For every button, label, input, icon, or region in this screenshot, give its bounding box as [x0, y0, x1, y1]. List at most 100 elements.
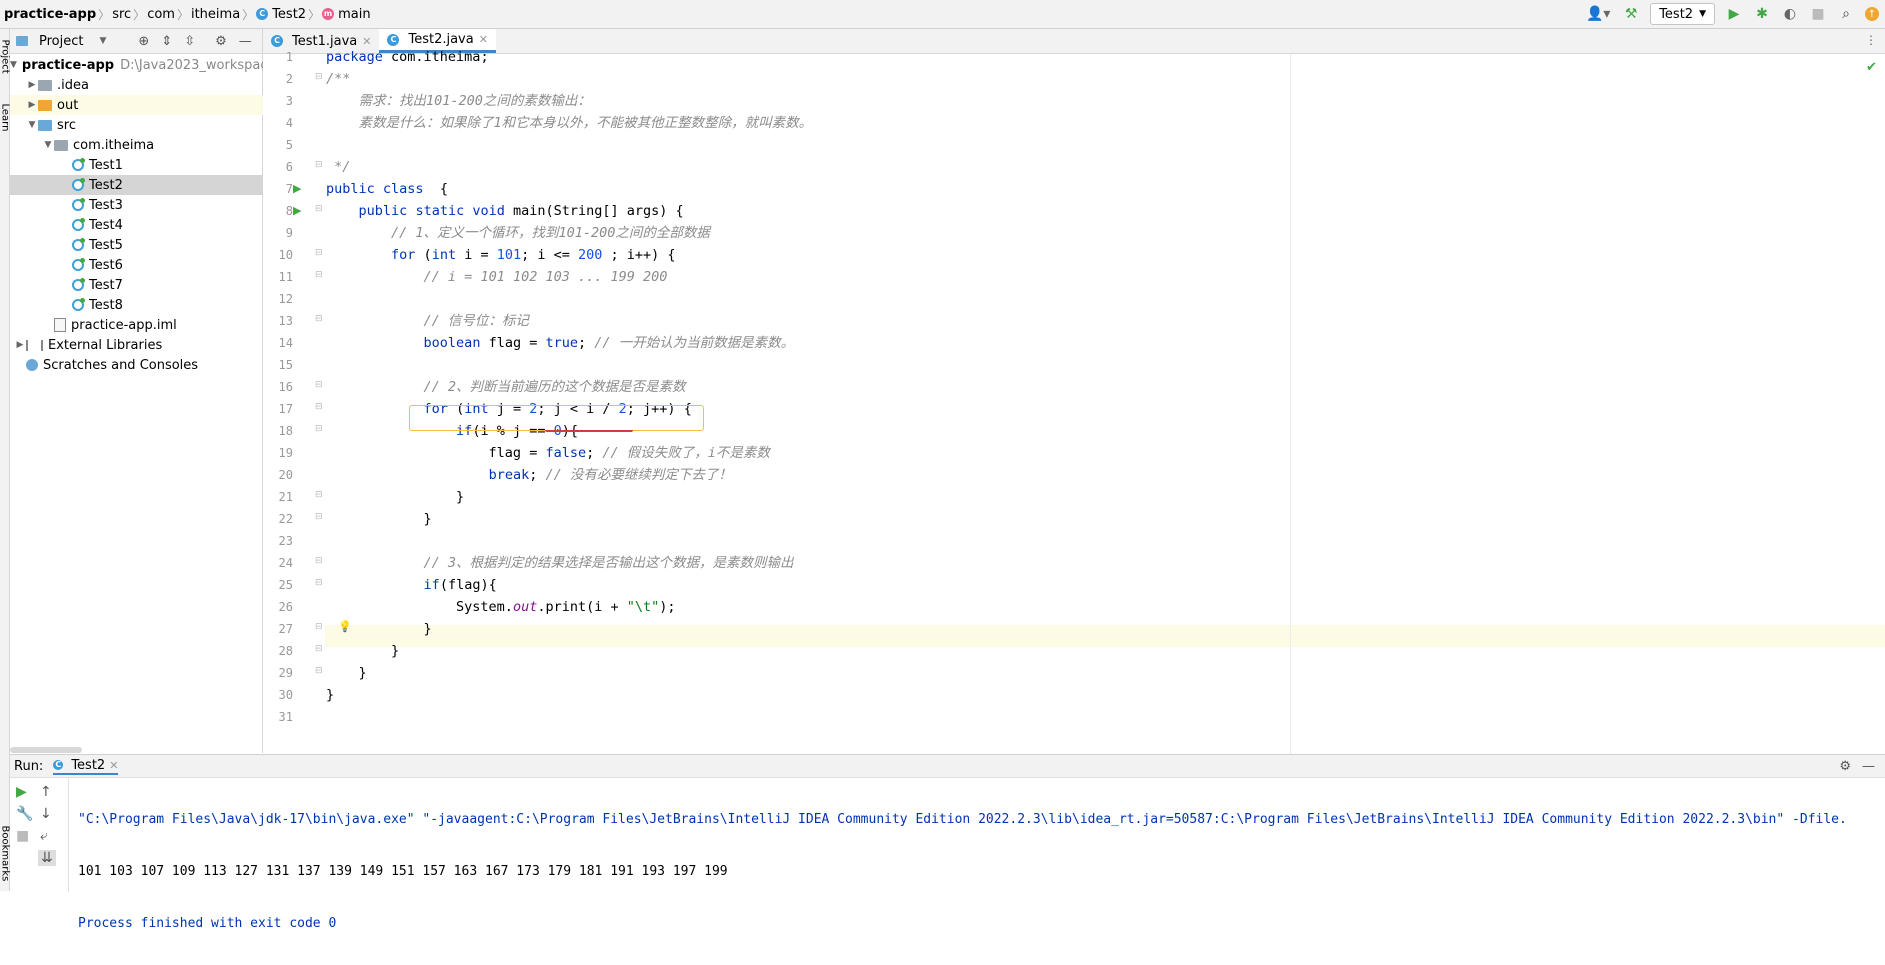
code-line[interactable]: break; // 没有必要继续判定下去了！	[326, 464, 732, 486]
project-tool-button[interactable]: Project	[0, 40, 11, 78]
fold-marker-icon[interactable]: ⊟	[315, 380, 323, 390]
chevron-right-icon: ▶	[16, 340, 24, 350]
gear-icon[interactable]: ⚙	[215, 34, 227, 49]
breadcrumb: practice-app 〉 src 〉 com 〉 itheima 〉 C T…	[0, 0, 375, 28]
code-line[interactable]: if(flag){	[326, 574, 497, 596]
gear-icon[interactable]: ⚙	[1839, 759, 1851, 774]
code-line[interactable]: // 信号位：标记	[326, 310, 529, 332]
hammer-icon[interactable]: ⚒	[1622, 5, 1640, 23]
tree-item-iml[interactable]: practice-app.iml	[10, 315, 306, 335]
more-tabs-icon[interactable]: ⋮	[1865, 33, 1877, 47]
line-number: 11	[278, 270, 293, 284]
run-configuration-select[interactable]: Test2 ▼	[1650, 3, 1715, 25]
fold-marker-icon[interactable]: ⊟	[315, 248, 323, 258]
breadcrumb-com[interactable]: com	[147, 7, 175, 22]
stop-icon[interactable]: ■	[16, 828, 29, 844]
scroll-to-end-icon[interactable]: ⇊	[38, 850, 56, 866]
code-line[interactable]: // 2、判断当前遍历的这个数据是否是素数	[326, 376, 686, 398]
code-editor[interactable]: package com.itheima;/** 需求：找出101-200之间的素…	[326, 49, 1885, 754]
code-line[interactable]: 需求：找出101-200之间的素数输出：	[326, 90, 591, 112]
expand-all-icon[interactable]: ⇕	[161, 34, 172, 49]
code-line[interactable]: System.out.print(i + "\t");	[326, 596, 675, 618]
code-line[interactable]: // 3、根据判定的结果选择是否输出这个数据，是素数则输出	[326, 552, 794, 574]
tab-run-test2[interactable]: C Test2 ✕	[53, 758, 119, 775]
breadcrumb-method[interactable]: main	[338, 7, 370, 22]
line-number: 18	[278, 424, 293, 438]
breadcrumb-itheima[interactable]: itheima	[191, 7, 240, 22]
code-line[interactable]: }	[326, 684, 334, 706]
close-icon[interactable]: ✕	[109, 759, 118, 772]
console-output[interactable]: "C:\Program Files\Java\jdk-17\bin\java.e…	[78, 779, 1847, 965]
code-line[interactable]: package com.itheima;	[326, 46, 489, 68]
fold-marker-icon[interactable]: ⊟	[315, 666, 323, 676]
tree-item-label: Test1	[89, 157, 123, 173]
project-panel-title[interactable]: Project	[39, 34, 83, 49]
fold-marker-icon[interactable]: ⊟	[315, 622, 323, 632]
code-line[interactable]: // i = 101 102 103 ... 199 200	[326, 266, 668, 288]
fold-marker-icon[interactable]: ⊟	[315, 644, 323, 654]
tree-item-external-libraries[interactable]: ▶ External Libraries	[10, 335, 266, 355]
learn-tool-button[interactable]: Learn	[0, 104, 11, 134]
chevron-down-icon[interactable]: ▼	[99, 36, 106, 46]
locate-icon[interactable]: ⊕	[138, 34, 149, 49]
fold-marker-icon[interactable]: ⊟	[315, 578, 323, 588]
tree-item-idea[interactable]: ▶ .idea	[10, 75, 278, 95]
code-line[interactable]: }	[326, 486, 464, 508]
hide-icon[interactable]: —	[1862, 759, 1875, 774]
code-line[interactable]: // 1、定义一个循环，找到101-200之间的全部数据	[326, 222, 710, 244]
fold-marker-icon[interactable]: ⊟	[315, 512, 323, 522]
tree-item-src[interactable]: ▼ src	[10, 115, 278, 135]
code-line[interactable]: }	[326, 508, 432, 530]
fold-marker-icon[interactable]: ⊟	[315, 270, 323, 280]
tree-item-root[interactable]: ▼ practice-app D:\Java2023_workspace	[10, 55, 276, 75]
stop-icon[interactable]: ■	[1809, 5, 1827, 23]
code-line[interactable]: 素数是什么：如果除了1和它本身以外，不能被其他正整数整除，就叫素数。	[326, 112, 813, 134]
fold-marker-icon[interactable]: ⊟	[315, 402, 323, 412]
code-line[interactable]: public static void main(String[] args) {	[326, 200, 684, 222]
coverage-icon[interactable]: ◐	[1781, 5, 1799, 23]
code-line[interactable]: */	[326, 156, 350, 178]
fold-marker-icon[interactable]: ⊟	[315, 204, 323, 214]
run-panel-header: Run: C Test2 ✕ ⚙ —	[10, 755, 1885, 778]
breadcrumb-class[interactable]: Test2	[272, 7, 306, 22]
close-icon[interactable]: ✕	[479, 33, 488, 46]
collapse-all-icon[interactable]: ⇳	[184, 34, 195, 49]
fold-marker-icon[interactable]: ⊟	[315, 424, 323, 434]
code-line[interactable]: for (int i = 101; i <= 200 ; i++) {	[326, 244, 676, 266]
up-arrow-icon[interactable]: ↑	[40, 784, 52, 800]
wrench-icon[interactable]: 🔧	[16, 806, 33, 822]
fold-marker-icon[interactable]: ⊟	[315, 160, 323, 170]
console-line: 101 103 107 109 113 127 131 137 139 149 …	[78, 864, 728, 879]
fold-marker-icon[interactable]: ⊟	[315, 72, 323, 82]
code-line[interactable]: }	[326, 640, 399, 662]
fold-marker-icon[interactable]: ⊟	[315, 314, 323, 324]
search-icon[interactable]: ⌕	[1837, 5, 1855, 23]
rerun-icon[interactable]: ▶	[16, 784, 27, 800]
chevron-down-icon: ▼	[10, 60, 17, 70]
breadcrumb-src[interactable]: src	[112, 7, 131, 22]
hide-icon[interactable]: —	[239, 34, 252, 49]
run-gutter-icon[interactable]: ▶	[293, 182, 301, 195]
fold-marker-icon[interactable]: ⊟	[315, 490, 323, 500]
code-line[interactable]: boolean flag = true; // 一开始认为当前数据是素数。	[326, 332, 795, 354]
soft-wrap-icon[interactable]: ⤶	[40, 828, 48, 844]
down-arrow-icon[interactable]: ↓	[40, 806, 52, 822]
horizontal-scrollbar[interactable]	[10, 747, 82, 753]
breadcrumb-project[interactable]: practice-app	[4, 7, 96, 22]
tree-item-label: practice-app	[21, 57, 115, 73]
run-icon[interactable]: ▶	[1725, 5, 1743, 23]
code-line[interactable]: /**	[326, 68, 350, 90]
tree-item-package[interactable]: ▼ com.itheima	[10, 135, 294, 155]
tree-item-scratches[interactable]: Scratches and Consoles	[10, 355, 278, 375]
code-line[interactable]: flag = false; // 假设失败了，i不是素数	[326, 442, 770, 464]
tree-item-out[interactable]: ▶ out	[10, 95, 278, 115]
update-icon[interactable]: ↑	[1865, 7, 1879, 21]
run-gutter-icon[interactable]: ▶	[293, 204, 301, 217]
debug-icon[interactable]: ✱	[1753, 5, 1771, 23]
user-icon[interactable]: 👤▾	[1584, 5, 1612, 23]
fold-marker-icon[interactable]: ⊟	[315, 556, 323, 566]
bookmarks-tool-button[interactable]: Bookmarks	[0, 826, 11, 884]
code-line[interactable]: public class {	[326, 178, 448, 200]
code-line[interactable]: }	[326, 618, 432, 640]
code-line[interactable]: }	[326, 662, 367, 684]
